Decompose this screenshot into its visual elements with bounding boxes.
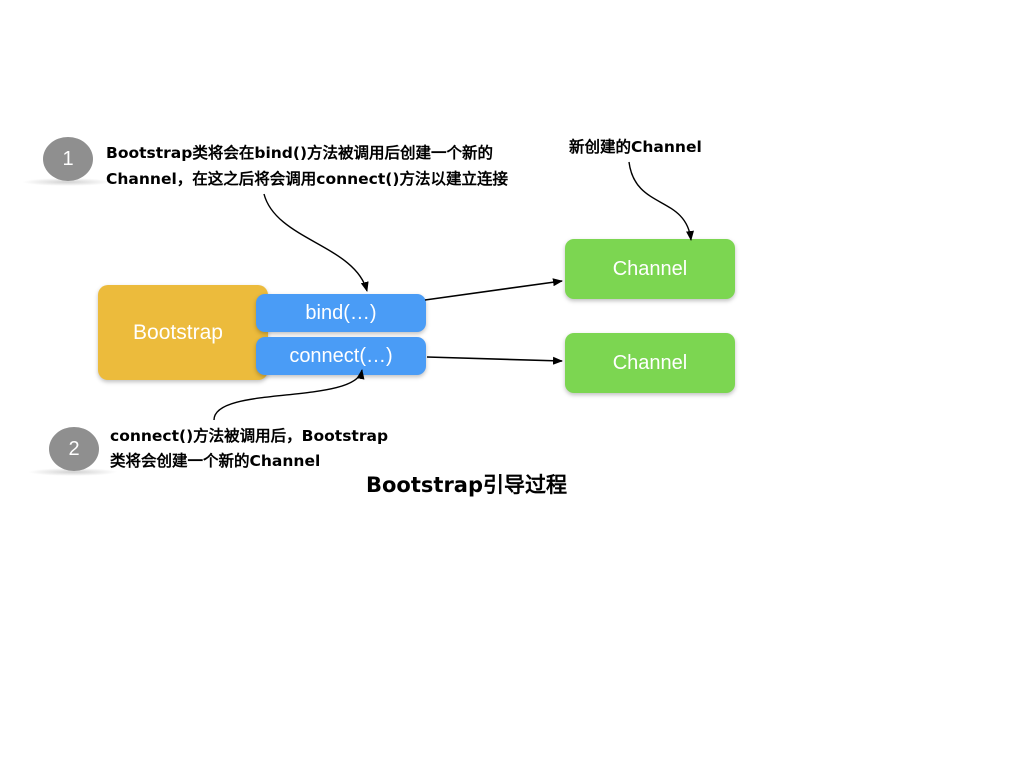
bind-to-channel-arrow bbox=[424, 278, 563, 301]
step-2-pointer-arrow bbox=[213, 369, 365, 421]
connect-to-channel-arrow bbox=[426, 356, 563, 365]
connector-arrows bbox=[213, 161, 694, 421]
step-1-pointer-arrow bbox=[263, 193, 369, 292]
new-channel-pointer-arrow bbox=[628, 161, 694, 241]
diagram-caption: Bootstrap引导过程 bbox=[366, 473, 567, 497]
